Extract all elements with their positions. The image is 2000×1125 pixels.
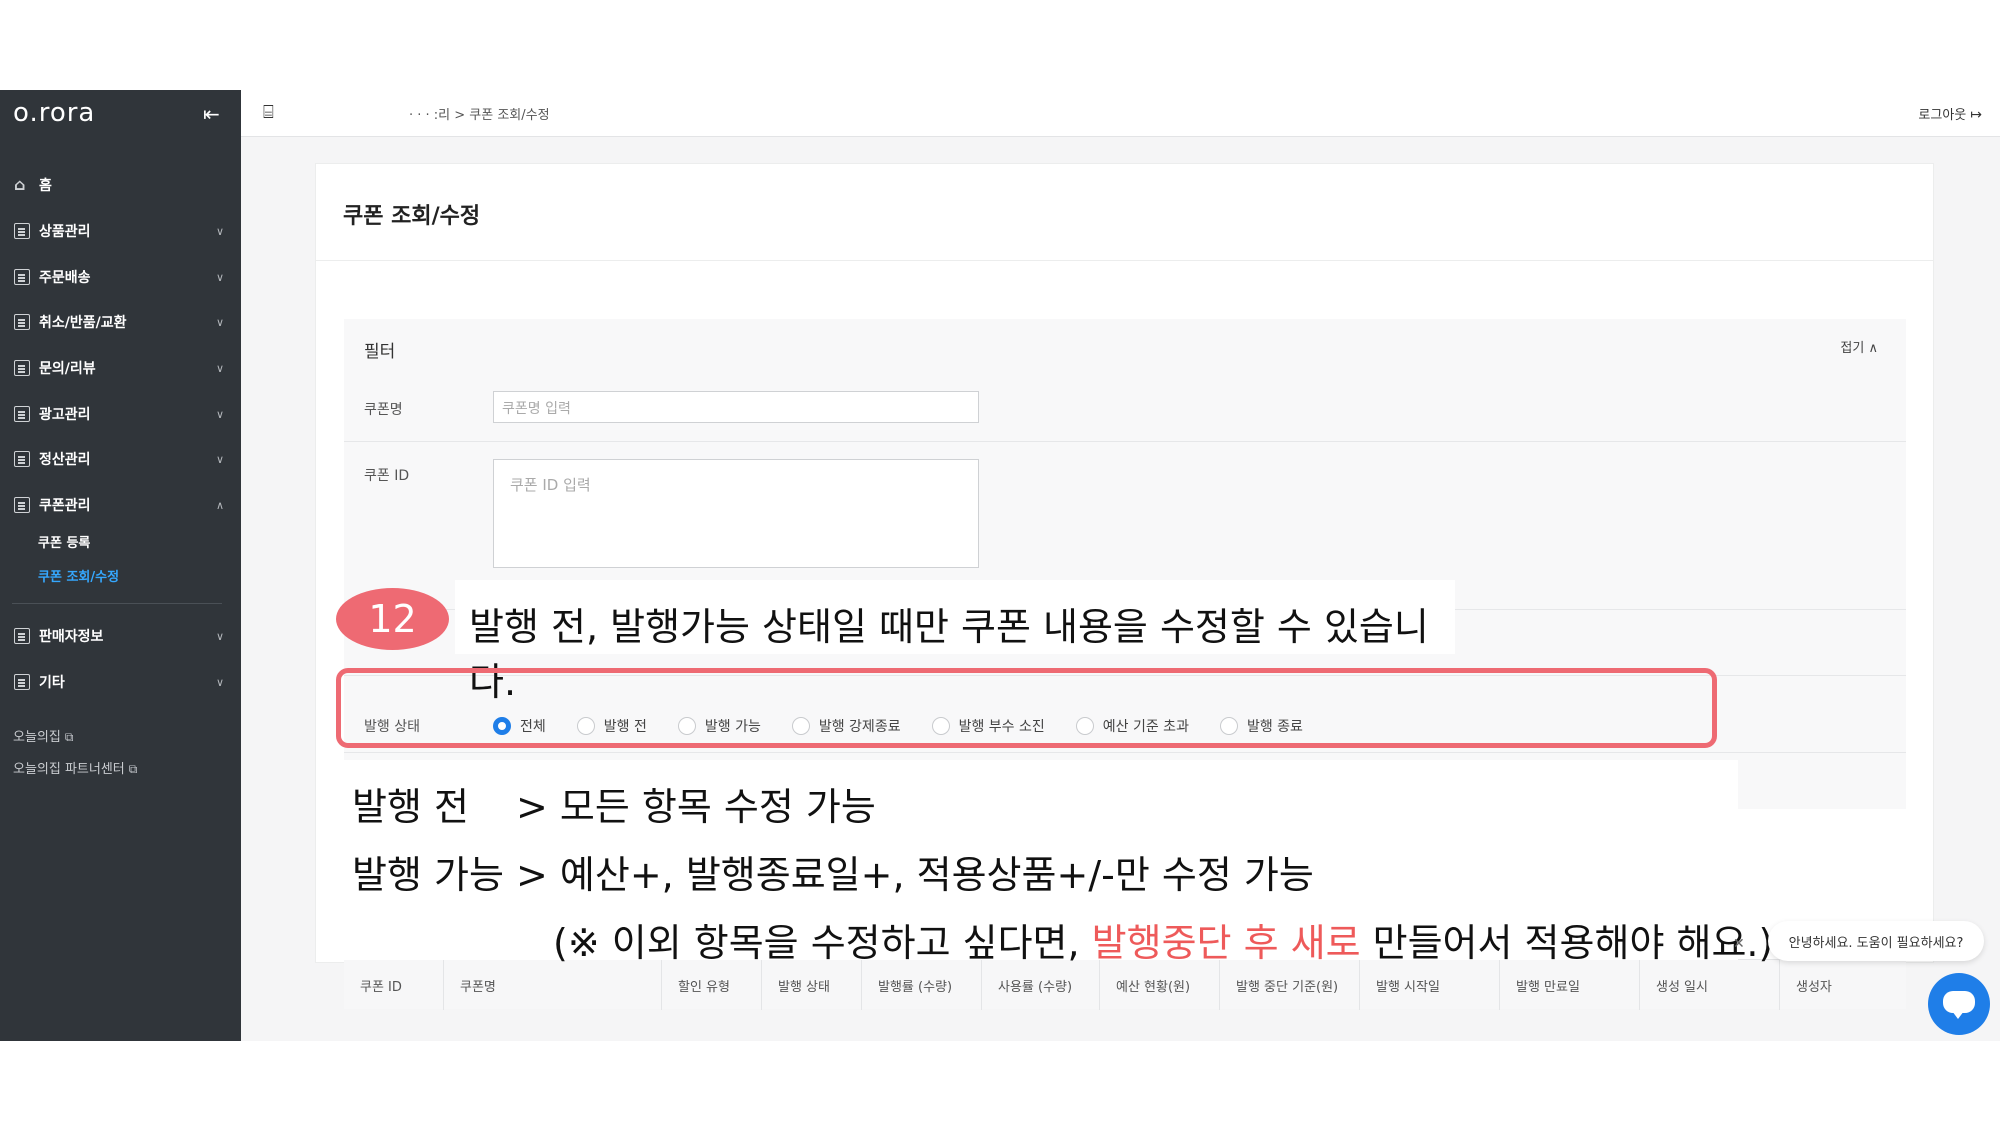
table-header-cell: 발행 시작일 bbox=[1360, 960, 1500, 1010]
chat-icon[interactable] bbox=[1928, 973, 1990, 1035]
info-text-highlight: 발행중단 후 새로 bbox=[1091, 921, 1361, 965]
highlight-box bbox=[336, 668, 1717, 748]
chevron-down-icon: ∨ bbox=[215, 224, 224, 238]
divider bbox=[344, 441, 1906, 442]
sidebar: o.rora ⇤ ⌂ 홈 상품관리 ∨ 주문배송 ∨ 취소/반품/교환 ∨ 문의… bbox=[0, 90, 241, 1041]
table-header-cell: 쿠폰 ID bbox=[344, 960, 444, 1010]
collapse-sidebar-icon[interactable]: ⇤ bbox=[203, 102, 220, 126]
info-line-note: (※ 이외 항목을 수정하고 싶다면, 발행중단 후 새로 만들어서 적용해야 … bbox=[553, 912, 1773, 967]
table-header-cell: 발행 중단 기준(원) bbox=[1220, 960, 1360, 1010]
fold-label: 접기 bbox=[1840, 341, 1865, 356]
logout-label: 로그아웃 bbox=[1918, 108, 1967, 123]
top-bar: ⌸ · · · :리 > 쿠폰 조회/수정 로그아웃 ↦ bbox=[241, 90, 2000, 137]
chevron-down-icon: ∨ bbox=[215, 675, 224, 689]
sidebar-item-orders[interactable]: 주문배송 ∨ bbox=[14, 265, 224, 289]
annotation-info-panel: 발행 전 > 모든 항목 수정 가능 발행 가능 > 예산+, 발행종료일+, 적용… bbox=[342, 760, 1773, 965]
info-text: > 모든 항목 수정 가능 bbox=[516, 785, 876, 829]
sidebar-item-label: 정산관리 bbox=[39, 452, 91, 468]
coupon-id-input[interactable]: 쿠폰 ID 입력 bbox=[493, 459, 979, 568]
table-header-cell: 생성자 bbox=[1796, 979, 1832, 995]
coupon-name-input[interactable]: 쿠폰명 입력 bbox=[493, 391, 979, 423]
sidebar-subitem-coupon-register[interactable]: 쿠폰 등록 bbox=[38, 532, 90, 551]
divider bbox=[344, 752, 1906, 753]
sidebar-item-label: 홈 bbox=[39, 178, 52, 194]
external-link-label: 오늘의집 bbox=[13, 730, 61, 745]
chevron-down-icon: ∨ bbox=[215, 452, 224, 466]
document-icon bbox=[14, 406, 30, 422]
document-icon bbox=[14, 223, 30, 239]
info-line-issuable: 발행 가능 > 예산+, 발행종료일+, 적용상품+/-만 수정 가능 bbox=[352, 844, 1314, 899]
table-header-cell: 예산 현황(원) bbox=[1100, 960, 1220, 1010]
table-header-cell: 쿠폰명 bbox=[444, 960, 662, 1010]
external-link-partner-center[interactable]: 오늘의집 파트너센터 ⧉ bbox=[13, 758, 137, 777]
document-icon bbox=[14, 451, 30, 467]
sidebar-divider bbox=[12, 603, 222, 604]
coupon-id-label: 쿠폰 ID bbox=[364, 468, 410, 484]
info-tag: 발행 가능 bbox=[352, 853, 504, 897]
close-icon[interactable]: ✕ bbox=[1733, 936, 1745, 952]
sidebar-item-label: 광고관리 bbox=[39, 407, 91, 423]
document-icon bbox=[14, 628, 30, 644]
external-link-label: 오늘의집 파트너센터 bbox=[13, 762, 125, 777]
sidebar-item-home[interactable]: ⌂ 홈 bbox=[14, 173, 224, 197]
table-header-cell: 생성 일시 bbox=[1640, 960, 1780, 1010]
chevron-down-icon: ∨ bbox=[215, 270, 224, 284]
breadcrumb: · · · :리 > 쿠폰 조회/수정 bbox=[409, 108, 550, 123]
logout-icon: ↦ bbox=[1970, 107, 1982, 123]
sidebar-item-seller-info[interactable]: 판매자정보 ∨ bbox=[14, 624, 224, 648]
chevron-down-icon: ∨ bbox=[215, 629, 224, 643]
document-icon bbox=[14, 314, 30, 330]
home-icon: ⌂ bbox=[14, 175, 26, 194]
sidebar-item-label: 상품관리 bbox=[39, 224, 91, 240]
sidebar-item-inquiries[interactable]: 문의/리뷰 ∨ bbox=[14, 356, 224, 380]
divider bbox=[316, 260, 1933, 261]
sidebar-item-coupons[interactable]: 쿠폰관리 ∧ bbox=[14, 493, 224, 517]
store-icon[interactable]: ⌸ bbox=[263, 102, 274, 123]
sidebar-item-label: 취소/반품/교환 bbox=[39, 315, 127, 331]
info-text: > 예산+, 발행종료일+, 적용상품+/-만 수정 가능 bbox=[516, 853, 1314, 897]
logout-button[interactable]: 로그아웃 ↦ bbox=[1918, 104, 1982, 123]
sidebar-item-settlement[interactable]: 정산관리 ∨ bbox=[14, 447, 224, 471]
info-line-before-issue: 발행 전 > 모든 항목 수정 가능 bbox=[352, 776, 876, 831]
table-header-cell: 발행 만료일 bbox=[1500, 960, 1640, 1010]
sidebar-item-label: 판매자정보 bbox=[39, 629, 104, 645]
filter-title: 필터 bbox=[364, 342, 396, 362]
sidebar-subitem-coupon-search[interactable]: 쿠폰 조회/수정 bbox=[38, 566, 119, 585]
chevron-up-icon: ∧ bbox=[1868, 341, 1878, 356]
external-link-ohouse[interactable]: 오늘의집 ⧉ bbox=[13, 726, 73, 745]
table-header-cell: 할인 유형 bbox=[662, 960, 762, 1010]
sidebar-item-ads[interactable]: 광고관리 ∨ bbox=[14, 402, 224, 426]
annotation-caption: 발행 전, 발행가능 상태일 때만 쿠폰 내용을 수정할 수 있습니다. bbox=[455, 580, 1455, 704]
app-window: o.rora ⇤ ⌂ 홈 상품관리 ∨ 주문배송 ∨ 취소/반품/교환 ∨ 문의… bbox=[0, 90, 2000, 1041]
coupon-name-label: 쿠폰명 bbox=[364, 402, 403, 418]
info-tag: 발행 전 bbox=[352, 785, 469, 829]
document-icon bbox=[14, 269, 30, 285]
sidebar-item-returns[interactable]: 취소/반품/교환 ∨ bbox=[14, 310, 224, 334]
document-icon bbox=[14, 360, 30, 376]
external-link-icon: ⧉ bbox=[64, 730, 74, 744]
info-text: (※ 이외 항목을 수정하고 싶다면, bbox=[553, 921, 1092, 965]
page-title: 쿠폰 조회/수정 bbox=[343, 204, 481, 229]
sidebar-item-label: 문의/리뷰 bbox=[39, 361, 96, 377]
document-icon bbox=[14, 674, 30, 690]
sidebar-item-products[interactable]: 상품관리 ∨ bbox=[14, 219, 224, 243]
chevron-down-icon: ∨ bbox=[215, 315, 224, 329]
chevron-down-icon: ∨ bbox=[215, 407, 224, 421]
sidebar-item-label: 쿠폰관리 bbox=[39, 498, 91, 514]
document-icon bbox=[14, 497, 30, 513]
sidebar-item-etc[interactable]: 기타 ∨ bbox=[14, 670, 224, 694]
external-link-icon: ⧉ bbox=[128, 762, 138, 776]
step-badge: 12 bbox=[336, 588, 449, 650]
brand-logo: o.rora bbox=[13, 98, 96, 128]
sidebar-item-label: 기타 bbox=[39, 675, 65, 691]
table-header-cell: 사용률 (수량) bbox=[982, 960, 1100, 1010]
chevron-up-icon: ∧ bbox=[215, 498, 224, 512]
sidebar-item-label: 주문배송 bbox=[39, 270, 91, 286]
chevron-down-icon: ∨ bbox=[215, 361, 224, 375]
info-text: 만들어서 적용해야 해요.) bbox=[1360, 921, 1774, 965]
chat-greeting-bubble[interactable]: 안녕하세요. 도움이 필요하세요? bbox=[1768, 921, 1984, 961]
table-header-cell: 발행률 (수량) bbox=[862, 960, 982, 1010]
table-header-cell: 발행 상태 bbox=[762, 960, 862, 1010]
fold-filter-button[interactable]: 접기 ∧ bbox=[1840, 337, 1878, 356]
